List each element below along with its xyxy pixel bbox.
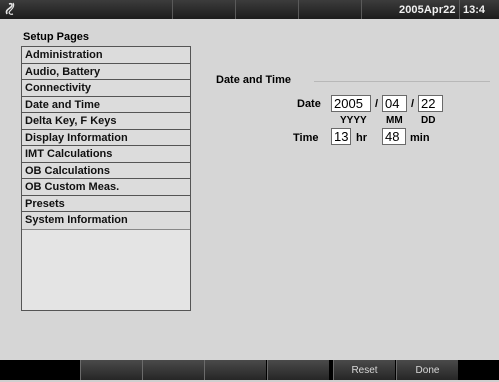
month-field[interactable]: 04 xyxy=(382,95,407,112)
time-label: Time xyxy=(293,132,319,144)
section-divider xyxy=(314,81,490,82)
setup-panel: Setup Pages Administration Audio, Batter… xyxy=(0,19,499,360)
date-label: Date xyxy=(297,98,321,110)
setup-item-presets[interactable]: Presets xyxy=(22,196,190,212)
status-time: 13:4 xyxy=(463,4,486,16)
softkey-3[interactable] xyxy=(204,360,266,380)
softkey-bar: Reset Done xyxy=(0,360,499,380)
done-button[interactable]: Done xyxy=(396,360,458,380)
setup-item-delta-key-f-keys[interactable]: Delta Key, F Keys xyxy=(22,113,190,130)
year-field[interactable]: 2005 xyxy=(331,95,371,112)
setup-list-empty-area xyxy=(22,228,190,310)
setup-item-connectivity[interactable]: Connectivity xyxy=(22,80,190,97)
status-segment xyxy=(235,0,299,19)
setup-pages-title: Setup Pages xyxy=(23,31,90,43)
day-unit-label: DD xyxy=(421,115,436,126)
setup-item-imt-calculations[interactable]: IMT Calculations xyxy=(22,146,190,163)
setup-item-administration[interactable]: Administration xyxy=(22,47,190,64)
date-separator: / xyxy=(375,98,379,110)
date-separator: / xyxy=(411,98,415,110)
hour-unit-label: hr xyxy=(356,132,367,144)
setup-item-date-and-time[interactable]: Date and Time xyxy=(22,97,190,113)
year-unit-label: YYYY xyxy=(340,115,367,126)
softkey-4[interactable] xyxy=(267,360,329,380)
reset-button[interactable]: Reset xyxy=(333,360,395,380)
softkey-2[interactable] xyxy=(142,360,204,380)
status-segment xyxy=(298,0,362,19)
status-date: 2005Apr22 xyxy=(399,4,456,16)
day-field[interactable]: 22 xyxy=(418,95,443,112)
status-segment xyxy=(172,0,236,19)
status-segment xyxy=(0,0,173,19)
setup-item-ob-custom-meas[interactable]: OB Custom Meas. xyxy=(22,179,190,196)
setup-item-display-information[interactable]: Display Information xyxy=(22,130,190,146)
setup-item-ob-calculations[interactable]: OB Calculations xyxy=(22,163,190,179)
setup-item-system-information[interactable]: System Information xyxy=(22,212,190,229)
setup-pages-list: Administration Audio, Battery Connectivi… xyxy=(21,46,191,311)
date-time-section-title: Date and Time xyxy=(216,74,291,86)
month-unit-label: MM xyxy=(386,115,403,126)
softkey-1[interactable] xyxy=(80,360,142,380)
hour-field[interactable]: 13 xyxy=(331,128,351,145)
status-bar: 2005Apr22 13:4 xyxy=(0,0,499,19)
minute-field[interactable]: 48 xyxy=(382,128,406,145)
setup-item-audio-battery[interactable]: Audio, Battery xyxy=(22,64,190,80)
minute-unit-label: min xyxy=(410,132,430,144)
